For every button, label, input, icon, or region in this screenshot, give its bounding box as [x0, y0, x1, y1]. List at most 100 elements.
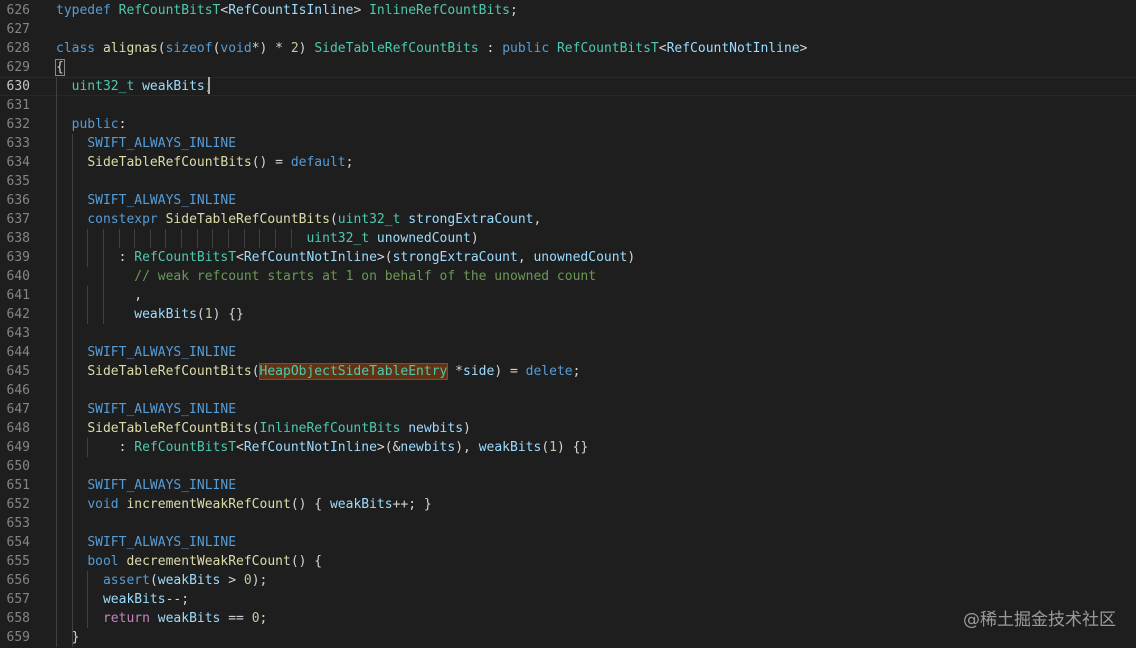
- code-line[interactable]: 646: [0, 381, 1136, 400]
- code-token: (: [251, 421, 260, 436]
- code-text: bool decrementWeakRefCount() {: [56, 552, 322, 571]
- code-line[interactable]: 655 bool decrementWeakRefCount() {: [0, 552, 1136, 571]
- line-number: 643: [6, 326, 30, 341]
- watermark-text: @稀土掘金技术社区: [963, 610, 1116, 630]
- code-line[interactable]: 647 SWIFT_ALWAYS_INLINE: [0, 400, 1136, 419]
- line-number: 657: [6, 592, 30, 607]
- code-line[interactable]: 642 weakBits(1) {}: [0, 305, 1136, 324]
- indent-guide: [72, 134, 73, 647]
- code-line[interactable]: 626 typedef RefCountBitsT<RefCountIsInlin…: [0, 1, 1136, 20]
- code-line[interactable]: 645 SideTableRefCountBits(HeapObjectSide…: [0, 362, 1136, 381]
- code-line[interactable]: 650: [0, 457, 1136, 476]
- code-token: SWIFT_ALWAYS_INLINE: [87, 402, 237, 417]
- code-token: ) {}: [212, 307, 244, 322]
- code-token: :: [118, 117, 127, 132]
- code-token: newbits: [400, 440, 456, 455]
- code-line[interactable]: 631: [0, 96, 1136, 115]
- code-line[interactable]: 634 SideTableRefCountBits() = default;: [0, 153, 1136, 172]
- code-text: {: [55, 58, 65, 77]
- code-token: decrementWeakRefCount: [126, 554, 291, 569]
- text-cursor: [208, 77, 210, 94]
- code-line[interactable]: 644 SWIFT_ALWAYS_INLINE: [0, 343, 1136, 362]
- code-line[interactable]: 630 uint32_t weakBits;: [0, 77, 1136, 96]
- code-token: bool: [87, 554, 119, 569]
- line-number: 648: [6, 421, 30, 436]
- code-line[interactable]: 640 // weak refcount starts at 1 on beha…: [0, 267, 1136, 286]
- code-line[interactable]: 649 : RefCountBitsT<RefCountNotInline>(&…: [0, 438, 1136, 457]
- code-token: >: [353, 3, 370, 18]
- code-line[interactable]: 654 SWIFT_ALWAYS_INLINE: [0, 533, 1136, 552]
- code-token: RefCountBitsT: [556, 41, 659, 56]
- code-line[interactable]: 656 assert(weakBits > 0);: [0, 571, 1136, 590]
- code-line[interactable]: 641 ,: [0, 286, 1136, 305]
- code-token: ;: [509, 3, 518, 18]
- code-editor[interactable]: 626 typedef RefCountBitsT<RefCountIsInlin…: [0, 0, 1136, 648]
- code-text: SideTableRefCountBits(InlineRefCountBits…: [56, 419, 471, 438]
- code-token: SWIFT_ALWAYS_INLINE: [87, 478, 237, 493]
- code-token: alignas: [102, 41, 158, 56]
- code-token: void: [87, 497, 119, 512]
- code-token: weakBits: [102, 592, 166, 607]
- code-token: ) {}: [556, 440, 589, 455]
- code-token: () {: [290, 554, 323, 569]
- code-token: InlineRefCountBits: [369, 3, 510, 18]
- indent-guide: [87, 438, 88, 457]
- code-token: <: [236, 440, 244, 455]
- line-number: 652: [6, 497, 30, 512]
- code-token: (: [251, 364, 260, 379]
- indent-guide: [103, 229, 104, 248]
- code-token: sizeof: [165, 41, 213, 56]
- code-line[interactable]: 648 SideTableRefCountBits(InlineRefCount…: [0, 419, 1136, 438]
- code-line[interactable]: 652 void incrementWeakRefCount() { weakB…: [0, 495, 1136, 514]
- line-number: 629: [6, 60, 30, 75]
- code-line[interactable]: 637 constexpr SideTableRefCountBits(uint…: [0, 210, 1136, 229]
- code-line[interactable]: 628 class alignas(sizeof(void*) * 2) Side…: [0, 39, 1136, 58]
- code-token: (: [196, 307, 205, 322]
- code-token: );: [251, 573, 268, 588]
- code-text: SWIFT_ALWAYS_INLINE: [56, 191, 236, 210]
- code-line[interactable]: 638 uint32_t unownedCount): [0, 229, 1136, 248]
- code-token: (: [541, 440, 550, 455]
- code-line[interactable]: 639 : RefCountBitsT<RefCountNotInline>(s…: [0, 248, 1136, 267]
- code-line[interactable]: 635: [0, 172, 1136, 191]
- line-number: 637: [6, 212, 30, 227]
- code-token: ;: [572, 364, 581, 379]
- code-token: (: [149, 573, 158, 588]
- code-line[interactable]: 636 SWIFT_ALWAYS_INLINE: [0, 191, 1136, 210]
- code-text: class alignas(sizeof(void*) * 2) SideTab…: [56, 39, 807, 58]
- code-line[interactable]: 632 public:: [0, 115, 1136, 134]
- code-token: void: [220, 41, 252, 56]
- code-line[interactable]: 627: [0, 20, 1136, 39]
- code-line[interactable]: 659 }: [0, 628, 1136, 647]
- code-token: <: [658, 41, 667, 56]
- line-number: 628: [6, 41, 30, 56]
- code-token: weakBits: [134, 307, 197, 322]
- line-number: 627: [6, 22, 30, 37]
- indent-guide: [197, 229, 198, 248]
- code-line[interactable]: 633 SWIFT_ALWAYS_INLINE: [0, 134, 1136, 153]
- code-token: >(&: [376, 440, 401, 455]
- code-token: SideTableRefCountBits: [165, 212, 330, 227]
- code-token: ): [627, 250, 636, 265]
- line-number: 630: [6, 79, 30, 94]
- code-line[interactable]: 651 SWIFT_ALWAYS_INLINE: [0, 476, 1136, 495]
- code-token: :: [56, 440, 135, 455]
- code-token: strongExtraCount: [392, 250, 518, 265]
- indent-guide: [181, 229, 182, 248]
- indent-guide: [275, 229, 276, 248]
- code-token: :: [478, 41, 503, 56]
- code-line[interactable]: 653: [0, 514, 1136, 533]
- code-token: >: [799, 41, 808, 56]
- line-number: 634: [6, 155, 30, 170]
- code-token: 0: [243, 573, 252, 588]
- code-line[interactable]: 643: [0, 324, 1136, 343]
- line-number: 651: [6, 478, 30, 493]
- code-line[interactable]: 629 {: [0, 58, 1136, 77]
- code-token: assert: [102, 573, 150, 588]
- code-text: SWIFT_ALWAYS_INLINE: [56, 343, 236, 362]
